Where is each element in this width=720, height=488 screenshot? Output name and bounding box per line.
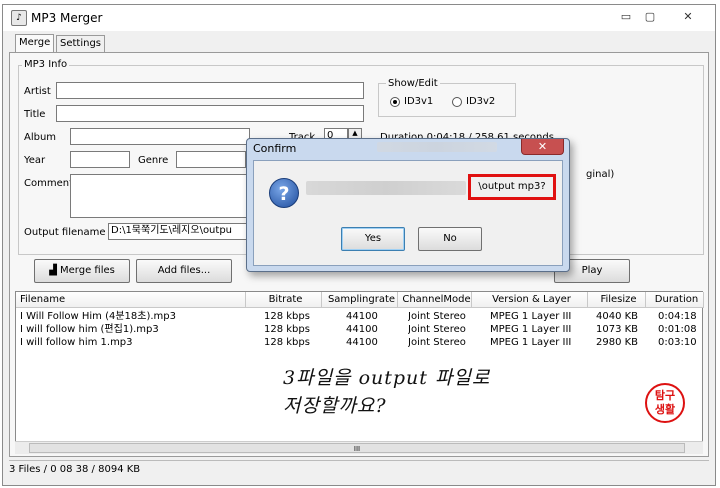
output-filename-label: Output filename: [24, 227, 106, 238]
col-samplingrate[interactable]: Samplingrate: [322, 292, 398, 308]
row2-channelmode: Joint Stereo: [408, 324, 466, 335]
row3-samplingrate: 44100: [346, 337, 378, 348]
row3-duration: 0:03:10: [658, 337, 697, 348]
mp3-info-label: MP3 Info: [22, 59, 70, 70]
artist-label: Artist: [24, 86, 51, 97]
col-version-layer[interactable]: Version & Layer: [472, 292, 588, 308]
id3v1-label: ID3v1: [404, 96, 434, 107]
row3-channelmode: Joint Stereo: [408, 337, 466, 348]
stamp-top-text: 탐구: [654, 389, 676, 402]
row2-filename[interactable]: I will follow him (편집1).mp3: [20, 323, 244, 336]
message-highlight: \output mp3?: [468, 174, 556, 200]
album-label: Album: [24, 132, 57, 143]
annotation-line1: 3파일을 output 파일로: [283, 367, 491, 389]
blog-stamp: 탐구 생활: [645, 383, 685, 423]
show-edit-label: Show/Edit: [386, 78, 440, 89]
app-icon: ♪: [11, 10, 27, 26]
genre-select[interactable]: [176, 151, 246, 168]
no-button[interactable]: No: [418, 227, 482, 251]
row2-bitrate: 128 kbps: [264, 324, 310, 335]
tab-merge[interactable]: Merge: [15, 34, 55, 53]
row1-samplingrate: 44100: [346, 311, 378, 322]
col-filename[interactable]: Filename: [16, 292, 246, 308]
row1-channelmode: Joint Stereo: [408, 311, 466, 322]
year-field[interactable]: [70, 151, 130, 168]
dialog-title: Confirm: [253, 142, 297, 155]
minimize-button[interactable]: ▭: [615, 8, 637, 26]
row3-bitrate: 128 kbps: [264, 337, 310, 348]
row1-version: MPEG 1 Layer III: [490, 311, 572, 322]
comment-field[interactable]: [70, 174, 250, 218]
comment-label: Comment: [24, 178, 73, 189]
annotation-line2: 저장할까요?: [283, 395, 387, 417]
title-label: Title: [24, 109, 46, 120]
row2-samplingrate: 44100: [346, 324, 378, 335]
col-filesize[interactable]: Filesize: [588, 292, 646, 308]
id3v1-radio[interactable]: [390, 97, 400, 107]
message-redacted: [306, 181, 466, 195]
title-bar: ♪ MP3 Merger ▭ ▢ ✕: [3, 5, 715, 31]
hidden-text-partial: ginal): [586, 169, 615, 180]
status-bar: 3 Files / 0 08 38 / 8094 KB: [9, 460, 709, 478]
merge-icon: ▟: [49, 265, 61, 276]
add-files-button[interactable]: Add files...: [136, 259, 232, 283]
tab-settings[interactable]: Settings: [56, 35, 106, 52]
blurred-behind-title: [377, 142, 497, 152]
merge-files-button[interactable]: ▟ Merge files: [34, 259, 130, 283]
row3-version: MPEG 1 Layer III: [490, 337, 572, 348]
title-field[interactable]: [56, 105, 364, 122]
year-label: Year: [24, 155, 46, 166]
col-channelmode[interactable]: ChannelMode: [398, 292, 472, 308]
genre-label: Genre: [138, 155, 169, 166]
row2-version: MPEG 1 Layer III: [490, 324, 572, 335]
row1-filename[interactable]: I Will Follow Him (4분18초).mp3: [20, 310, 244, 323]
yes-button[interactable]: Yes: [341, 227, 405, 251]
id3v2-label: ID3v2: [466, 96, 496, 107]
row3-filename[interactable]: I will follow him 1.mp3: [20, 336, 244, 349]
row2-duration: 0:01:08: [658, 324, 697, 335]
question-icon: ?: [269, 178, 299, 208]
scroll-thumb[interactable]: III: [29, 443, 685, 453]
id3v2-radio[interactable]: [452, 97, 462, 107]
artist-field[interactable]: [56, 82, 364, 99]
row3-filesize: 2980 KB: [596, 337, 639, 348]
window-title: MP3 Merger: [31, 11, 103, 25]
album-field[interactable]: [70, 128, 250, 145]
dialog-body: ? \output mp3? Yes No: [253, 160, 563, 266]
row2-filesize: 1073 KB: [596, 324, 639, 335]
output-filename-field[interactable]: D:\1묵쭉기도\레지오\outpu: [108, 223, 248, 240]
confirm-dialog: Confirm ✕ ? \output mp3? Yes No: [246, 138, 570, 272]
row1-filesize: 4040 KB: [596, 311, 639, 322]
row1-duration: 0:04:18: [658, 311, 697, 322]
row1-bitrate: 128 kbps: [264, 311, 310, 322]
horizontal-scrollbar[interactable]: III: [15, 441, 703, 454]
stamp-bottom-text: 생활: [654, 403, 676, 416]
dialog-close-button[interactable]: ✕: [521, 139, 564, 155]
col-bitrate[interactable]: Bitrate: [246, 292, 322, 308]
close-button[interactable]: ✕: [677, 8, 699, 26]
maximize-button[interactable]: ▢: [639, 8, 661, 26]
col-duration[interactable]: Duration: [646, 292, 704, 308]
